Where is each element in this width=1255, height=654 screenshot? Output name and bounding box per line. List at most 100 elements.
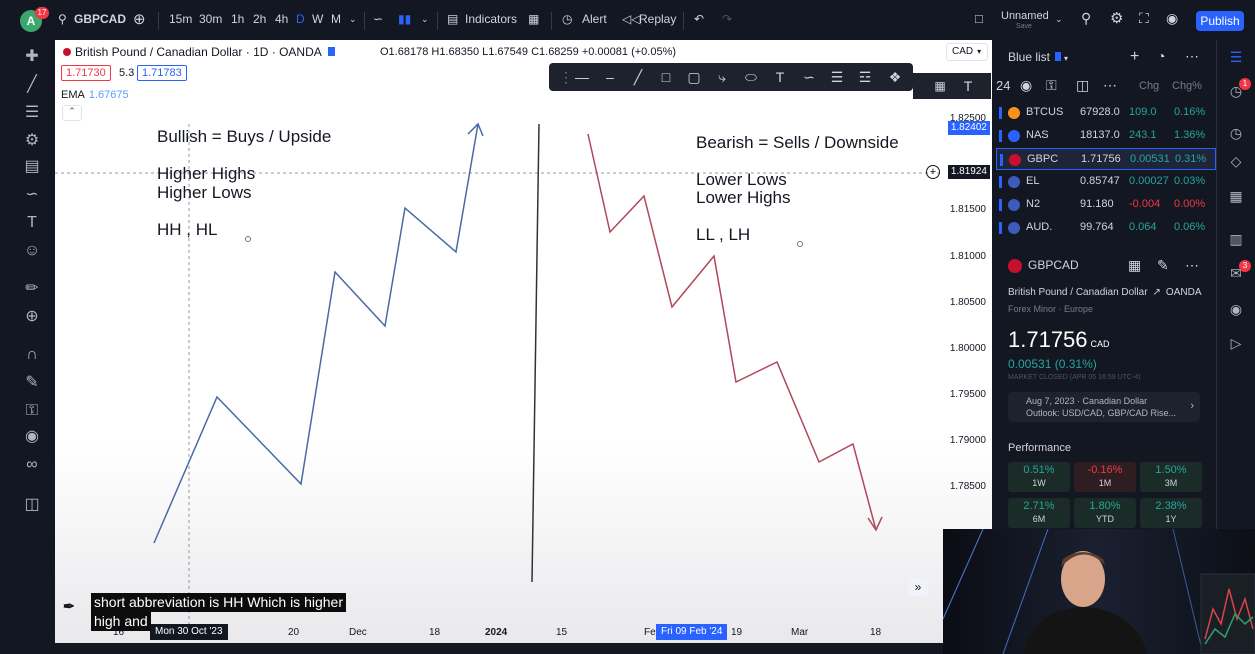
candles-icon[interactable]: ▮▮ xyxy=(398,12,411,26)
compare-plus-icon[interactable]: ⊕ xyxy=(133,10,146,28)
layers-icon[interactable]: ◇ xyxy=(1225,150,1247,172)
fullscreen-icon[interactable]: ⛶ xyxy=(1139,10,1149,27)
note-bearish[interactable]: Bearish = Sells / Downside xyxy=(696,133,899,152)
note-hh-hl[interactable]: HH , HL xyxy=(157,220,217,239)
pattern-icon[interactable]: ⚙ xyxy=(18,130,46,152)
layout-icon[interactable]: □ xyxy=(975,11,983,26)
indicators-icon[interactable]: ▤ xyxy=(447,12,458,26)
note-higher-lows[interactable]: Higher Lows xyxy=(157,183,252,202)
watchlist-row[interactable]: AUD. 99.764 0.064 0.06% xyxy=(996,217,1216,239)
interval-m[interactable]: M xyxy=(331,12,341,26)
lock-drawing-icon[interactable]: ⚿ xyxy=(1046,77,1057,94)
interval-2h[interactable]: 2h xyxy=(253,12,266,26)
text-tool-icon[interactable]: T xyxy=(18,212,46,234)
watchlist-row[interactable]: EL 0.85747 0.00027 0.03% xyxy=(996,171,1216,193)
interval-1h[interactable]: 1h xyxy=(231,12,244,26)
stay-in-drawing-icon[interactable]: ✎ xyxy=(18,372,46,394)
chart-canvas[interactable]: British Pound / Canadian Dollar · 1D · O… xyxy=(55,40,992,643)
calendar-icon[interactable]: ▦ xyxy=(1225,185,1247,207)
external-link-icon[interactable]: ↗ xyxy=(1153,287,1161,298)
edit-icon[interactable]: ✎ xyxy=(1157,257,1169,274)
zigzag-icon[interactable]: ∽ xyxy=(800,68,818,86)
interval-15m[interactable]: 15m xyxy=(169,12,192,26)
magnet-icon[interactable]: ∩ xyxy=(18,344,46,366)
interval-d[interactable]: D xyxy=(296,12,305,26)
hotlist-icon[interactable]: ▥ xyxy=(1225,228,1247,250)
column-chg-pct[interactable]: Chg% xyxy=(1172,80,1202,92)
ema-legend[interactable]: EMA 1.67675 xyxy=(61,89,129,101)
alert-button[interactable]: Alert xyxy=(582,12,607,26)
templates-icon[interactable]: ▦ xyxy=(528,12,539,26)
callout-icon[interactable]: □ xyxy=(657,68,675,86)
target-icon[interactable]: ◉ xyxy=(1020,77,1032,94)
indicators-button[interactable]: Indicators xyxy=(465,12,517,26)
add-crosshair-icon[interactable]: + xyxy=(926,165,940,179)
text-format-icon[interactable]: T xyxy=(959,77,977,95)
undo-icon[interactable]: ↶ xyxy=(694,12,704,26)
text-icon[interactable]: T xyxy=(771,68,789,86)
performance-cell[interactable]: 2.38% 1Y xyxy=(1140,498,1202,528)
flag-icon[interactable] xyxy=(327,47,335,56)
streams-icon[interactable]: ▷ xyxy=(1225,332,1247,354)
grid-view-icon[interactable]: ▦ xyxy=(1128,257,1141,274)
time-axis[interactable]: 16 Mon 30 Oct '23 20 Dec 18 2024 15 Feb … xyxy=(55,621,992,643)
buy-price-box[interactable]: 1.71783 xyxy=(137,65,187,81)
scroll-to-realtime-button[interactable]: » xyxy=(908,578,928,596)
performance-cell[interactable]: -0.16% 1M xyxy=(1074,462,1136,492)
horizontal-ray-icon[interactable]: — xyxy=(573,68,591,86)
eye-icon[interactable]: ◉ xyxy=(18,426,46,448)
layout-save-label[interactable]: Save xyxy=(1016,23,1032,30)
alert-clock-icon[interactable]: ◷ xyxy=(562,12,572,26)
symbol-search[interactable]: GBPCAD xyxy=(74,12,126,26)
chart-legend-title[interactable]: British Pound / Canadian Dollar · 1D · O… xyxy=(63,45,335,59)
layout-name[interactable]: Unnamed xyxy=(1001,10,1049,22)
zoom-icon[interactable]: ⊕ xyxy=(18,306,46,328)
grid-icon[interactable]: ▦ xyxy=(931,77,949,95)
crosshair-icon[interactable]: ✚ xyxy=(18,46,46,68)
note-lower-lows[interactable]: Lower Lows xyxy=(696,170,787,189)
redo-icon[interactable]: ↷ xyxy=(722,12,732,26)
watchlist-row[interactable]: NAS 18137.0 243.1 1.36% xyxy=(996,125,1216,147)
column-chg[interactable]: Chg xyxy=(1139,80,1159,92)
rectangle-icon[interactable]: ▢ xyxy=(685,68,703,86)
emoji-icon[interactable]: ☺ xyxy=(18,240,46,262)
fib-icon[interactable]: ☰ xyxy=(828,68,846,86)
trash-icon[interactable]: ◫ xyxy=(18,494,46,516)
watchlist-header[interactable]: Blue list ▾ xyxy=(1008,50,1068,64)
search-icon[interactable]: ⚲ xyxy=(58,12,67,26)
news-item[interactable]: Aug 7, 2023 · Canadian Dollar Outlook: U… xyxy=(1008,392,1200,422)
note-lower-highs[interactable]: Lower Highs xyxy=(696,188,791,207)
watchlist-row[interactable]: BTCUS 67928.0 109.0 0.16% xyxy=(996,102,1216,124)
more-details-icon[interactable]: ⋯ xyxy=(1185,257,1199,274)
ideas-icon[interactable]: ◉ xyxy=(1225,298,1247,320)
trendline-tool-icon[interactable]: ╱ xyxy=(629,68,647,86)
watchlist-row[interactable]: GBPC 1.71756 0.00531 0.31% xyxy=(996,148,1216,170)
quick-search-icon[interactable]: ⚲ xyxy=(1081,10,1091,27)
watchlist-icon[interactable]: ☰ xyxy=(1225,46,1247,68)
interval-dropdown-icon[interactable]: ⌄ xyxy=(349,14,357,25)
note-ll-lh[interactable]: LL , LH xyxy=(696,225,750,244)
interval-4h[interactable]: 4h xyxy=(275,12,288,26)
layout-dropdown-icon[interactable]: ⌄ xyxy=(1055,14,1063,25)
fib-lines-icon[interactable]: ☰ xyxy=(18,102,46,124)
chart-type-line-icon[interactable]: ∽ xyxy=(373,12,383,26)
link-icon[interactable]: ∞ xyxy=(18,454,46,476)
chart-type-dropdown-icon[interactable]: ⌄ xyxy=(421,14,429,25)
trendline-icon[interactable]: ╱ xyxy=(18,74,46,96)
advanced-view-icon[interactable]: ◔ xyxy=(1157,48,1165,64)
note-bullish[interactable]: Bullish = Buys / Upside xyxy=(157,127,331,146)
performance-cell[interactable]: 0.51% 1W xyxy=(1008,462,1070,492)
interval-30m[interactable]: 30m xyxy=(199,12,222,26)
publish-button[interactable]: Publish xyxy=(1196,11,1244,31)
collapse-legend-button[interactable]: ⌃ xyxy=(62,105,82,121)
more-icon[interactable]: ⋯ xyxy=(1185,48,1199,65)
note-higher-highs[interactable]: Higher Highs xyxy=(157,164,255,183)
replay-button[interactable]: Replay xyxy=(639,12,676,26)
performance-cell[interactable]: 1.50% 3M xyxy=(1140,462,1202,492)
lock-icon[interactable]: ⚿ xyxy=(18,400,46,422)
watchlist-row[interactable]: N2 91.180 -0.004 0.00% xyxy=(996,194,1216,216)
details-symbol[interactable]: GBPCAD xyxy=(1008,258,1079,273)
path-icon[interactable]: ⤷ xyxy=(713,68,731,86)
ruler-icon[interactable]: ✏ xyxy=(18,278,46,300)
sell-price-box[interactable]: 1.71730 xyxy=(61,65,111,81)
